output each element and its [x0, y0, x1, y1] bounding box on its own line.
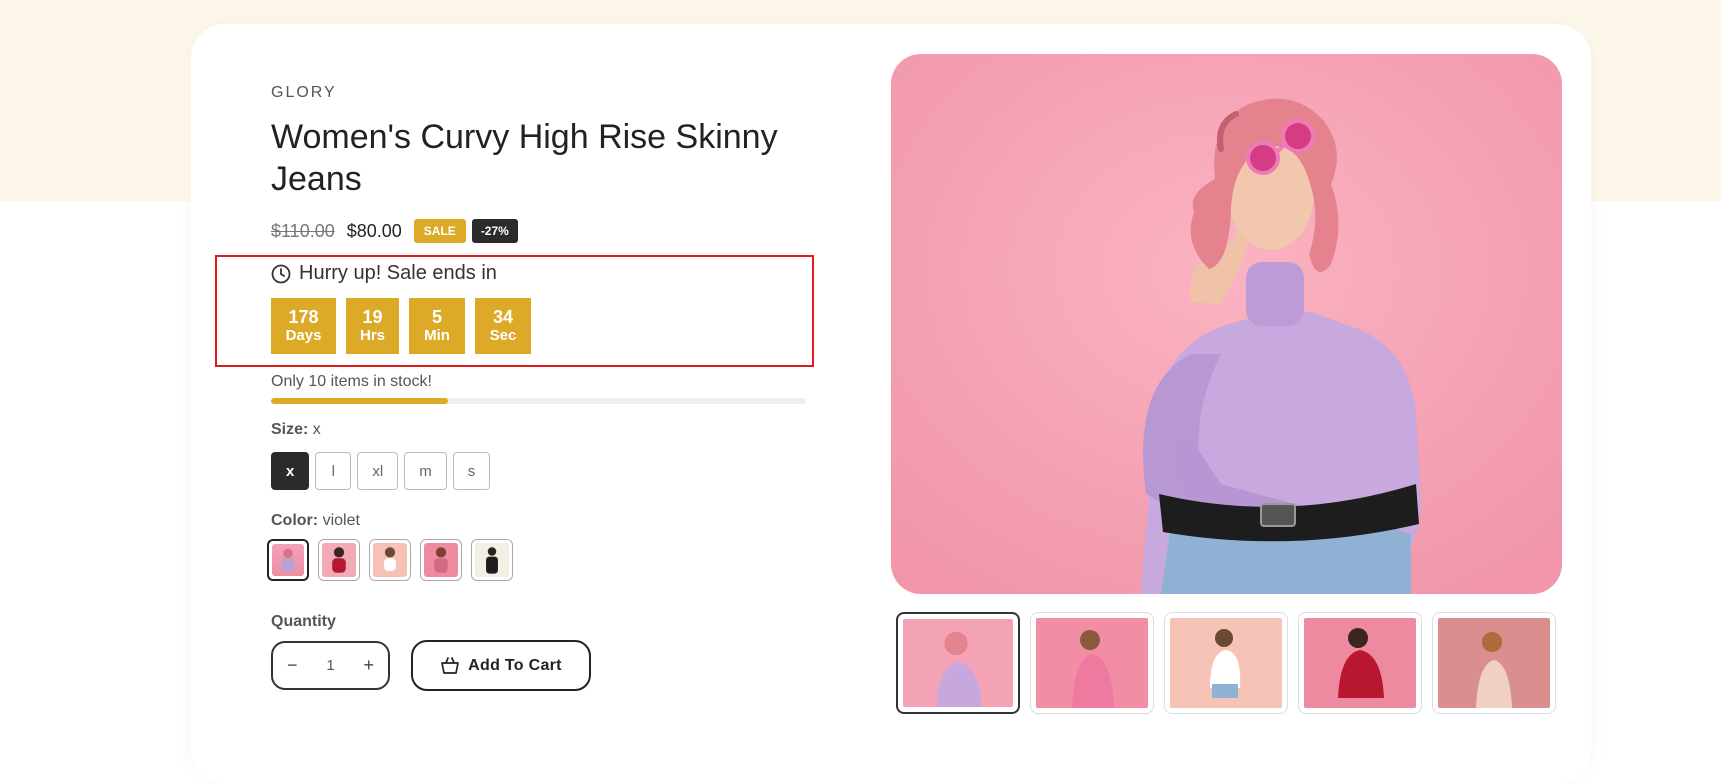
countdown-value: 19	[362, 307, 383, 327]
quantity-label: Quantity	[271, 613, 336, 630]
color-swatch-pink[interactable]	[420, 539, 462, 581]
color-selected-value: violet	[322, 512, 360, 529]
countdown-timer: 178 Days 19 Hrs 5 Min 34 Sec	[271, 298, 541, 354]
product-title: Women's Curvy High Rise Skinny Jeans	[271, 118, 778, 198]
quantity-stepper: − 1 +	[271, 641, 390, 690]
size-options: x l xl m s	[271, 452, 496, 490]
color-label: Color:	[271, 512, 319, 529]
countdown-heading: Hurry up! Sale ends in	[271, 262, 497, 285]
size-option-x[interactable]: x	[271, 452, 310, 490]
countdown-heading-text: Hurry up! Sale ends in	[299, 262, 497, 284]
countdown-unit: Sec	[489, 327, 517, 344]
quantity-decrease-button[interactable]: −	[287, 655, 298, 676]
basket-icon	[441, 656, 460, 674]
size-option-label: Size: x	[271, 421, 321, 439]
size-option-l[interactable]: l	[315, 452, 352, 490]
thumbnail-4[interactable]	[1298, 612, 1422, 714]
product-thumbnails	[896, 612, 1566, 714]
sale-price: $80.00	[346, 220, 402, 241]
color-swatch-black[interactable]	[471, 539, 513, 581]
quantity-increase-button[interactable]: +	[363, 655, 374, 676]
stock-message: Only 10 items in stock!	[271, 373, 432, 390]
countdown-value: 5	[431, 307, 442, 327]
add-to-cart-label: Add To Cart	[468, 656, 562, 674]
size-label: Size:	[271, 421, 309, 438]
size-selected-value: x	[312, 421, 321, 438]
thumbnail-5[interactable]	[1432, 612, 1556, 714]
countdown-unit: Hrs	[359, 327, 385, 344]
countdown-seconds: 34 Sec	[475, 298, 531, 354]
size-option-m[interactable]: m	[404, 452, 447, 490]
countdown-unit: Days	[285, 327, 322, 344]
size-option-xl[interactable]: xl	[357, 452, 399, 490]
product-vendor: GLORY	[271, 84, 337, 101]
color-option-label: Color: violet	[271, 512, 360, 530]
color-swatches	[267, 539, 522, 581]
discount-badge: -27%	[471, 219, 518, 243]
thumbnail-1[interactable]	[896, 612, 1020, 714]
countdown-minutes: 5 Min	[409, 298, 465, 354]
stock-progress-fill	[271, 398, 448, 404]
model-photo	[891, 54, 1562, 594]
countdown-value: 34	[492, 307, 514, 327]
color-swatch-violet[interactable]	[267, 539, 309, 581]
price-row: $110.00 $80.00 SALE -27%	[271, 219, 518, 243]
size-option-s[interactable]: s	[452, 452, 491, 490]
sale-badge: SALE	[413, 219, 466, 243]
thumbnail-3[interactable]	[1164, 612, 1288, 714]
countdown-value: 178	[288, 307, 319, 327]
add-to-cart-button[interactable]: Add To Cart	[411, 640, 591, 691]
thumbnail-2[interactable]	[1030, 612, 1154, 714]
color-swatch-white[interactable]	[369, 539, 411, 581]
countdown-unit: Min	[424, 327, 450, 344]
color-swatch-red[interactable]	[318, 539, 360, 581]
compare-at-price: $110.00	[271, 220, 335, 241]
countdown-hours: 19 Hrs	[346, 298, 399, 354]
countdown-days: 178 Days	[271, 298, 336, 354]
product-main-image[interactable]	[891, 54, 1562, 594]
stock-progress-bar	[271, 398, 806, 404]
quantity-input[interactable]: 1	[326, 657, 334, 674]
clock-icon	[271, 264, 291, 283]
